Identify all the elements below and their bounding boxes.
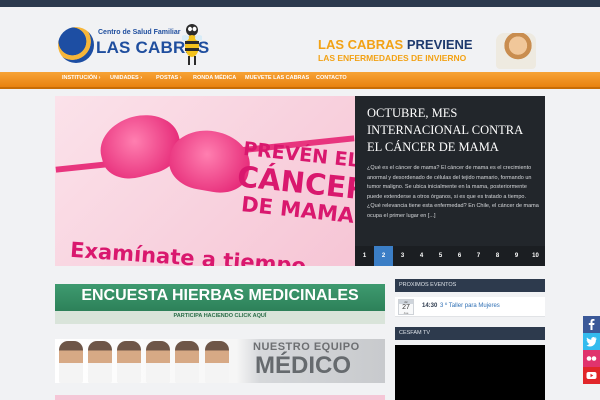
events-widget-header: PROXIMOS EVENTOS bbox=[395, 279, 545, 292]
slider-page-button[interactable]: 6 bbox=[450, 246, 469, 266]
tv-widget-title: CESFAM TV bbox=[399, 330, 431, 336]
slider-page-button[interactable]: 3 bbox=[393, 246, 412, 266]
winter-campaign-banner[interactable]: LAS CABRAS PREVIENE LAS ENFERMEDADES DE … bbox=[318, 33, 548, 69]
youtube-link[interactable] bbox=[583, 367, 600, 384]
encuesta-cta-bar: PARTICIPA HACIENDO CLICK AQUÍ bbox=[55, 311, 385, 324]
main-navigation: INSTITUCIÓN › UNIDADES › POSTAS › RONDA … bbox=[0, 72, 600, 89]
facebook-icon bbox=[583, 316, 600, 333]
slider-pagination: 1 2 3 4 5 6 7 8 9 10 bbox=[355, 246, 545, 266]
slider-page-button[interactable]: 10 bbox=[526, 246, 545, 266]
slide-image[interactable]: PREVÉN EL CÁNCER DE MAMA Examínate a tie… bbox=[55, 96, 355, 266]
slide-title[interactable]: OCTUBRE, MES INTERNACIONAL CONTRA EL CÁN… bbox=[367, 105, 539, 156]
nav-item-muevete[interactable]: MUEVETE LAS CABRAS bbox=[245, 75, 309, 81]
event-title-link[interactable]: 3 º Taller para Mujeres bbox=[440, 303, 500, 309]
youtube-icon bbox=[583, 367, 600, 384]
events-widget-title: PROXIMOS EVENTOS bbox=[399, 282, 457, 288]
flickr-link[interactable] bbox=[583, 350, 600, 367]
cesfam-logo-icon bbox=[58, 27, 94, 63]
nav-item-contacto[interactable]: CONTACTO bbox=[316, 75, 347, 81]
top-strip bbox=[0, 0, 600, 7]
banner-headline-verb: PREVIENE bbox=[406, 37, 473, 52]
logo-subtitle: Centro de Salud Familiar bbox=[98, 29, 181, 36]
equipo-line2: MÉDICO bbox=[255, 352, 351, 379]
featured-slider: PREVÉN EL CÁNCER DE MAMA Examínate a tie… bbox=[55, 96, 545, 266]
doctor-photo bbox=[146, 341, 170, 383]
tv-video-player[interactable] bbox=[395, 345, 545, 400]
banner-headline: LAS CABRAS PREVIENE bbox=[318, 37, 473, 52]
slide-image-line4: Examínate a tiempo bbox=[69, 237, 307, 266]
slider-page-button-active[interactable]: 2 bbox=[374, 246, 393, 266]
banner-photo bbox=[496, 33, 536, 69]
equipo-medico-banner[interactable]: NUESTRO EQUIPO MÉDICO bbox=[55, 339, 385, 383]
encuesta-title: ENCUESTA HIERBAS MEDICINALES bbox=[81, 287, 359, 304]
slide-excerpt: ¿Qué es el cáncer de mama? El cáncer de … bbox=[367, 165, 539, 219]
doctor-photo bbox=[117, 341, 141, 383]
event-list-item[interactable]: dic 27 Jue 14:30 3 º Taller para Mujeres bbox=[395, 297, 545, 317]
slider-page-button[interactable]: 4 bbox=[412, 246, 431, 266]
tv-widget-header: CESFAM TV bbox=[395, 327, 545, 340]
nav-item-institucion[interactable]: INSTITUCIÓN › bbox=[62, 75, 101, 81]
doctor-photo bbox=[88, 341, 112, 383]
calendar-date-icon: dic 27 Jue bbox=[398, 299, 414, 315]
bee-mascot-icon bbox=[182, 24, 202, 65]
nav-item-unidades[interactable]: UNIDADES › bbox=[110, 75, 142, 81]
flickr-icon bbox=[583, 350, 600, 367]
slider-page-button[interactable]: 1 bbox=[355, 246, 374, 266]
doctor-photo bbox=[205, 341, 229, 383]
event-weekday: Jue bbox=[403, 311, 409, 315]
banner-headline-town: LAS CABRAS bbox=[318, 37, 404, 52]
facebook-link[interactable] bbox=[583, 316, 600, 333]
site-header: Centro de Salud Familiar LAS CABRAS LAS … bbox=[0, 7, 600, 73]
encuesta-banner[interactable]: ENCUESTA HIERBAS MEDICINALES PARTICIPA H… bbox=[55, 284, 385, 324]
twitter-link[interactable] bbox=[583, 333, 600, 350]
doctor-photo bbox=[175, 341, 199, 383]
twitter-icon bbox=[583, 333, 600, 350]
slider-page-button[interactable]: 8 bbox=[488, 246, 507, 266]
encuesta-cta: PARTICIPA HACIENDO CLICK AQUÍ bbox=[173, 313, 267, 319]
banner-subline: LAS ENFERMEDADES DE INVIERNO bbox=[318, 53, 467, 63]
slider-page-button[interactable]: 5 bbox=[431, 246, 450, 266]
event-time: 14:30 bbox=[422, 303, 438, 309]
next-banner-edge bbox=[55, 395, 385, 400]
nav-item-ronda-medica[interactable]: RONDA MÉDICA bbox=[193, 75, 236, 81]
slider-page-button[interactable]: 7 bbox=[469, 246, 488, 266]
nav-item-postas[interactable]: POSTAS › bbox=[156, 75, 182, 81]
slide-caption-panel: OCTUBRE, MES INTERNACIONAL CONTRA EL CÁN… bbox=[355, 96, 545, 266]
slider-page-button[interactable]: 9 bbox=[507, 246, 526, 266]
doctor-photo bbox=[59, 341, 83, 383]
